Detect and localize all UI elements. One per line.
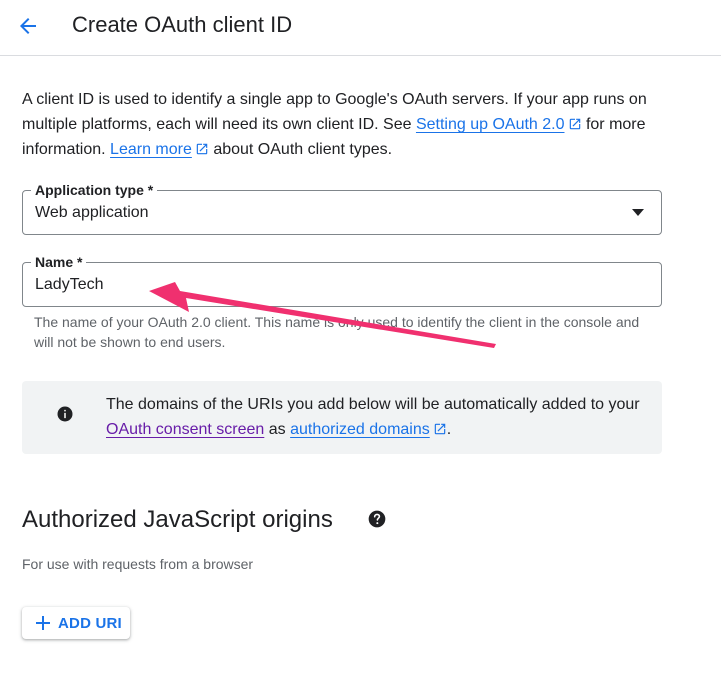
application-type-value: Web application [35,204,149,221]
learn-more-link[interactable]: Learn more [110,141,209,158]
application-type-label: Application type * [31,182,158,198]
oauth-consent-screen-link[interactable]: OAuth consent screen [106,421,264,438]
name-value: LadyTech [35,276,104,293]
js-origins-subtitle: For use with requests from a browser [22,556,254,572]
info-icon [57,406,73,422]
banner-text-part: The domains of the URIs you add below wi… [106,396,640,413]
arrow-back-icon [20,18,36,34]
help-icon[interactable] [367,509,387,529]
external-link-icon [434,423,445,435]
create-oauth-client-page: Create OAuth client ID A client ID is us… [0,0,721,684]
dropdown-arrow-icon [632,209,644,216]
name-input[interactable]: Name * LadyTech [22,254,662,307]
authorized-domains-link[interactable]: authorized domains [290,421,447,438]
info-banner: The domains of the URIs you add below wi… [22,381,662,454]
banner-text: The domains of the URIs you add below wi… [106,392,646,442]
application-type-select[interactable]: Application type * Web application [22,182,662,235]
plus-icon [36,616,50,630]
intro-text: A client ID is used to identify a single… [22,87,682,162]
page-header: Create OAuth client ID [0,0,721,56]
page-title: Create OAuth client ID [72,12,293,37]
external-link-icon [569,118,580,130]
external-link-icon [196,143,208,155]
name-label: Name * [31,254,87,270]
setting-up-oauth-link[interactable]: Setting up OAuth 2.0 [416,116,582,133]
add-uri-button[interactable]: ADD URI [22,607,130,639]
banner-text-part: . [446,421,452,438]
js-origins-title: Authorized JavaScript origins [22,506,333,533]
authorized-domains-link-label: authorized domains [290,421,430,438]
intro-text-part: about OAuth client types. [208,141,393,158]
learn-more-link-label: Learn more [110,141,192,158]
banner-text-part: as [264,421,291,438]
setting-up-oauth-link-label: Setting up OAuth 2.0 [415,116,565,133]
back-button[interactable] [10,8,46,44]
name-helper-text: The name of your OAuth 2.0 client. This … [34,314,640,350]
add-uri-button-label: ADD URI [58,614,122,632]
